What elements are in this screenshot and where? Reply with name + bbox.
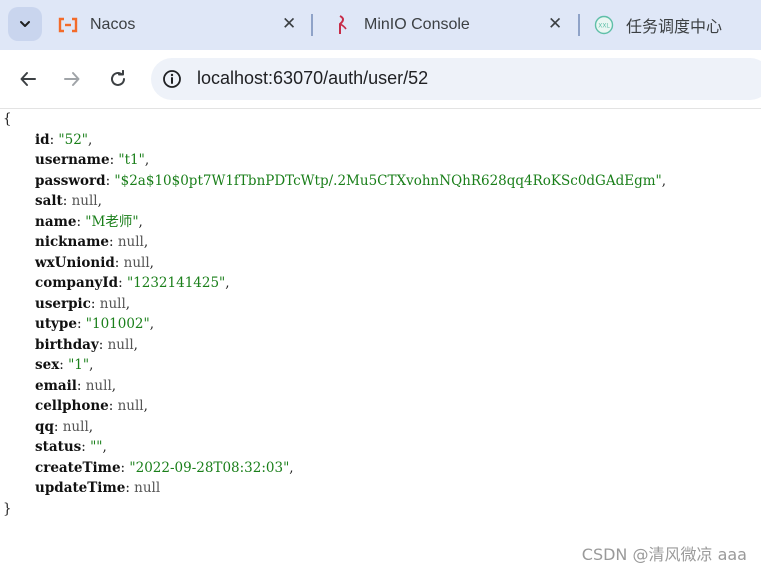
json-row: email: null, [35, 377, 117, 394]
tab-label: MinIO Console [364, 16, 470, 33]
json-row: status: "", [35, 439, 107, 455]
json-row: wxUnionid: null, [35, 254, 154, 271]
json-row: updateTime: null [35, 480, 161, 496]
tab-separator [311, 14, 313, 36]
url-text: localhost:63070/auth/user/52 [197, 68, 429, 88]
json-row: cellphone: null, [35, 398, 148, 414]
json-key: userpic [35, 295, 91, 312]
json-row: username: "t1", [35, 152, 150, 168]
json-value: null [99, 295, 126, 312]
json-key: password [35, 172, 106, 189]
forward-button[interactable] [57, 64, 87, 94]
json-key: cellphone [35, 398, 109, 414]
json-key: nickname [35, 234, 109, 250]
json-row: salt: null, [35, 193, 102, 209]
json-key: qq [35, 418, 54, 435]
json-row: qq: null, [35, 418, 94, 435]
json-key: email [35, 377, 77, 394]
json-row: companyId: "1232141425", [35, 275, 230, 291]
chevron-down-icon [20, 21, 30, 27]
json-key: birthday [35, 336, 99, 353]
tab-label: 任务调度中心 [626, 19, 723, 36]
json-value: "1232141425" [126, 275, 226, 291]
json-row: nickname: null, [35, 234, 149, 250]
json-key: sex [35, 357, 60, 373]
json-key: utype [35, 316, 77, 332]
json-row: name: "M老师", [35, 213, 143, 230]
tab-strip: Nacos ✕ MinIO Console ✕ XXL 任务调度中心 [0, 0, 761, 50]
arrow-left-icon [20, 72, 36, 86]
json-row: utype: "101002", [35, 316, 155, 332]
json-value: null [107, 336, 134, 353]
json-value: null [134, 480, 161, 496]
json-rows: id: "52", username: "t1", password: "$2a$1… [0, 130, 761, 499]
site-info-icon[interactable] [161, 68, 183, 90]
tab-nacos[interactable]: Nacos ✕ [58, 0, 308, 50]
svg-text:XXL: XXL [598, 23, 610, 30]
json-key: username [35, 152, 110, 168]
json-row: userpic: null, [35, 295, 131, 312]
back-button[interactable] [13, 64, 43, 94]
json-value: "$2a$10$0pt7W1fTbnPDTcWtp/.2Mu5CTXvohnNQ… [114, 172, 662, 189]
json-row: sex: "1", [35, 357, 94, 373]
json-value: "101002" [85, 316, 150, 332]
json-close-brace: } [3, 500, 12, 517]
tab-separator [578, 14, 580, 36]
close-icon[interactable]: ✕ [548, 14, 562, 34]
json-viewer: { id: "52", username: "t1", password: "$2a… [0, 109, 761, 573]
json-value: null [62, 418, 89, 435]
tab-label: Nacos [90, 16, 136, 33]
watermark: CSDN @清风微凉 aaa [581, 545, 747, 564]
json-row: createTime: "2022-09-28T08:32:03", [35, 459, 294, 476]
nacos-icon [58, 15, 78, 35]
json-value: "" [90, 439, 103, 455]
json-value: "1" [68, 357, 90, 373]
json-value: "52" [58, 131, 89, 148]
xxl-job-icon: XXL [594, 15, 614, 35]
json-value: "2022-09-28T08:32:03" [129, 459, 290, 476]
json-value: null [123, 254, 150, 271]
json-value: null [117, 234, 144, 250]
json-value: null [85, 377, 112, 394]
tab-xxl-job[interactable]: XXL 任务调度中心 [594, 0, 761, 50]
json-key: createTime [35, 459, 121, 476]
tab-minio-console[interactable]: MinIO Console ✕ [332, 0, 572, 50]
json-row: birthday: null, [35, 336, 138, 353]
reload-button[interactable] [103, 64, 133, 94]
minio-icon [332, 15, 352, 35]
json-value: "t1" [118, 152, 145, 168]
json-key: id [35, 131, 50, 148]
json-key: salt [35, 193, 63, 209]
json-key: updateTime [35, 480, 126, 496]
tab-search-button[interactable] [8, 7, 42, 41]
json-value: "M老师" [85, 213, 139, 230]
json-row: password: "$2a$10$0pt7W1fTbnPDTcWtp/.2Mu… [35, 172, 667, 189]
json-value: null [71, 193, 98, 209]
json-key: name [35, 213, 77, 230]
json-key: wxUnionid [35, 254, 115, 271]
json-row: id: "52", [35, 131, 93, 148]
json-value: null [117, 398, 144, 414]
json-open-brace: { [3, 111, 12, 127]
browser-toolbar: localhost:63070/auth/user/52 [0, 50, 761, 109]
reload-icon [111, 70, 125, 86]
arrow-right-icon [64, 72, 80, 86]
close-icon[interactable]: ✕ [282, 14, 296, 34]
address-bar[interactable]: localhost:63070/auth/user/52 [151, 58, 761, 100]
json-key: companyId [35, 275, 119, 291]
json-key: status [35, 439, 82, 455]
